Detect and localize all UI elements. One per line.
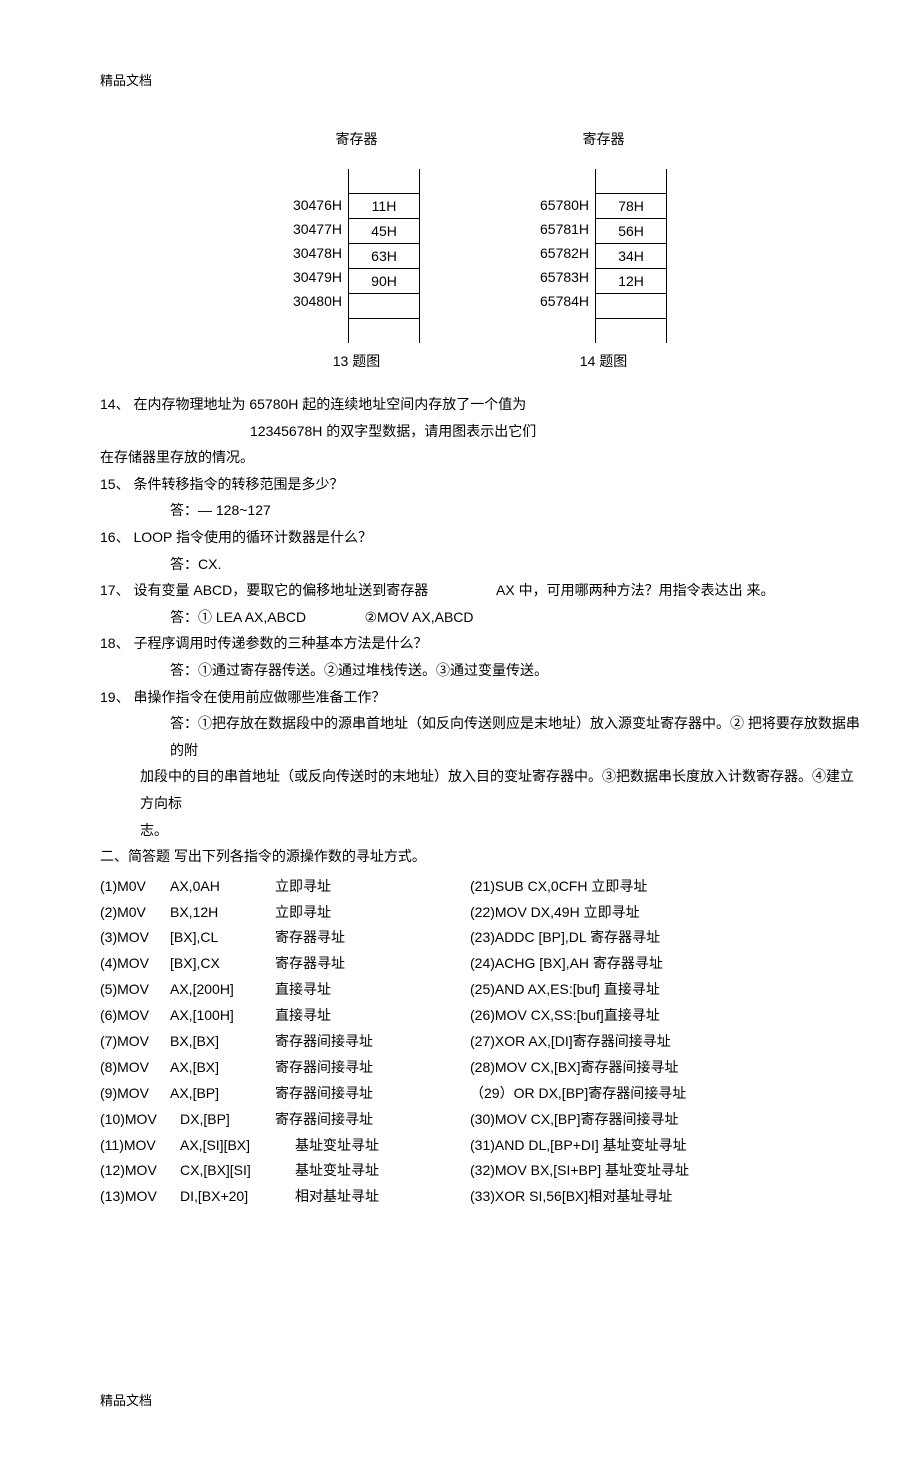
right-row: (33)XOR SI,56[BX]相对基址寻址 <box>470 1184 860 1210</box>
q16-a: 答：CX. <box>100 551 860 578</box>
q14-lead: 14、 在内存物理地址为 65780H 起的连续地址空间内存放了一个值为 <box>100 396 526 412</box>
right-row: (22)MOV DX,49H 立即寻址 <box>470 900 860 926</box>
addressing-table: (1)M0VAX,0AH立即寻址 (2)M0VBX,12H立即寻址 (3)MOV… <box>100 874 860 1211</box>
q14-line2: 在存储器里存放的情况。 <box>100 444 860 471</box>
qa-block: 14、 在内存物理地址为 65780H 起的连续地址空间内存放了一个值为 123… <box>100 391 860 1210</box>
d13-addr-4: 30479H <box>293 265 342 289</box>
d13-val-6 <box>348 319 420 343</box>
d13-val-4: 90H <box>348 269 420 294</box>
addressing-right-col: (21)SUB CX,0CFH 立即寻址 (22)MOV DX,49H 立即寻址… <box>470 874 860 1211</box>
d13-val-1: 11H <box>348 194 420 219</box>
diagram-14: 寄存器 65780H 65781H 65782H 65783H 65784H 7… <box>540 129 667 371</box>
q15-q: 15、 条件转移指令的转移范围是多少？ <box>100 471 860 498</box>
left-row: (6)MOVAX,[100H]直接寻址 <box>100 1003 470 1029</box>
d13-val-3: 63H <box>348 244 420 269</box>
d14-addr-2: 65781H <box>540 217 589 241</box>
q16-q: 16、 LOOP 指令使用的循环计数器是什么？ <box>100 524 860 551</box>
page-header: 精品文档 <box>100 70 860 89</box>
page-footer: 精品文档 <box>100 1390 860 1409</box>
d14-addr-1: 65780H <box>540 193 589 217</box>
right-row: (23)ADDC [BP],DL 寄存器寻址 <box>470 925 860 951</box>
d14-addr-5: 65784H <box>540 289 589 313</box>
left-row: (4)MOV[BX],CX寄存器寻址 <box>100 951 470 977</box>
d13-val-5 <box>348 294 420 319</box>
left-row: (13)MOVDI,[BX+20]相对基址寻址 <box>100 1184 470 1210</box>
d14-addr-3: 65782H <box>540 241 589 265</box>
left-row: (2)M0VBX,12H立即寻址 <box>100 900 470 926</box>
left-row: (3)MOV[BX],CL寄存器寻址 <box>100 925 470 951</box>
addressing-left-col: (1)M0VAX,0AH立即寻址 (2)M0VBX,12H立即寻址 (3)MOV… <box>100 874 470 1211</box>
right-row: (32)MOV BX,[SI+BP] 基址变址寻址 <box>470 1158 860 1184</box>
diagram-14-title: 寄存器 <box>583 129 625 149</box>
left-row: (7)MOVBX,[BX]寄存器间接寻址 <box>100 1029 470 1055</box>
d13-addr-5: 30480H <box>293 289 342 313</box>
d13-addr-1: 30476H <box>293 193 342 217</box>
diagram-13: 寄存器 30476H 30477H 30478H 30479H 30480H 1… <box>293 129 420 371</box>
right-row: (28)MOV CX,[BX]寄存器间接寻址 <box>470 1055 860 1081</box>
left-row: (12)MOVCX,[BX][SI]基址变址寻址 <box>100 1158 470 1184</box>
q17-q: 17、 设有变量 ABCD，要取它的偏移地址送到寄存器 AX 中，可用哪两种方法… <box>100 577 860 604</box>
diagram-14-caption: 14 题图 <box>580 351 627 371</box>
q15-a: 答：— 128~127 <box>100 497 860 524</box>
right-row: (27)XOR AX,[DI]寄存器间接寻址 <box>470 1029 860 1055</box>
q19-a3: 志。 <box>100 817 860 844</box>
d14-addr-4: 65783H <box>540 265 589 289</box>
d14-val-2: 56H <box>595 219 667 244</box>
right-row: (31)AND DL,[BP+DI] 基址变址寻址 <box>470 1133 860 1159</box>
q19-a2: 加段中的目的串首地址（或反向传送时的末地址）放入目的变址寄存器中。③把数据串长度… <box>100 763 860 816</box>
q18-q: 18、 子程序调用时传递参数的三种基本方法是什么？ <box>100 630 860 657</box>
left-row: (9)MOVAX,[BP]寄存器间接寻址 <box>100 1081 470 1107</box>
d14-val-1: 78H <box>595 194 667 219</box>
diagram-13-title: 寄存器 <box>335 129 377 149</box>
q17-mid: AX 中，可用哪两种方法？用指令表达出 来。 <box>496 582 774 598</box>
d14-val-0 <box>595 169 667 194</box>
section-2-title: 二、简答题 写出下列各指令的源操作数的寻址方式。 <box>100 843 860 870</box>
d14-val-6 <box>595 319 667 343</box>
left-row: (1)M0VAX,0AH立即寻址 <box>100 874 470 900</box>
q14-tail: 12345678H 的双字型数据，请用图表示出它们 <box>250 418 536 445</box>
d13-addr-2: 30477H <box>293 217 342 241</box>
right-row: （29）OR DX,[BP]寄存器间接寻址 <box>470 1081 860 1107</box>
left-row: (11)MOVAX,[SI][BX]基址变址寻址 <box>100 1133 470 1159</box>
d13-val-0 <box>348 169 420 194</box>
right-row: (21)SUB CX,0CFH 立即寻址 <box>470 874 860 900</box>
left-row: (8)MOVAX,[BX]寄存器间接寻址 <box>100 1055 470 1081</box>
d13-addr-3: 30478H <box>293 241 342 265</box>
d13-val-2: 45H <box>348 219 420 244</box>
d14-val-4: 12H <box>595 269 667 294</box>
d14-val-3: 34H <box>595 244 667 269</box>
right-row: (30)MOV CX,[BP]寄存器间接寻址 <box>470 1107 860 1133</box>
q18-a: 答：①通过寄存器传送。②通过堆栈传送。③通过变量传送。 <box>100 657 860 684</box>
diagram-13-caption: 13 题图 <box>333 351 380 371</box>
right-row: (26)MOV CX,SS:[buf]直接寻址 <box>470 1003 860 1029</box>
q17-lead: 17、 设有变量 ABCD，要取它的偏移地址送到寄存器 <box>100 582 428 598</box>
right-row: (25)AND AX,ES:[buf] 直接寻址 <box>470 977 860 1003</box>
left-row: (10)MOVDX,[BP]寄存器间接寻址 <box>100 1107 470 1133</box>
right-row: (24)ACHG [BX],AH 寄存器寻址 <box>470 951 860 977</box>
q17-a: 答：① LEA AX,ABCD ②MOV AX,ABCD <box>100 604 860 631</box>
memory-diagrams: 寄存器 30476H 30477H 30478H 30479H 30480H 1… <box>100 129 860 371</box>
left-row: (5)MOVAX,[200H]直接寻址 <box>100 977 470 1003</box>
q19-q: 19、 串操作指令在使用前应做哪些准备工作？ <box>100 684 860 711</box>
q14-line1: 14、 在内存物理地址为 65780H 起的连续地址空间内存放了一个值为 123… <box>100 391 860 444</box>
q19-a1: 答：①把存放在数据段中的源串首地址（如反向传送则应是末地址）放入源变址寄存器中。… <box>100 710 860 763</box>
d14-val-5 <box>595 294 667 319</box>
